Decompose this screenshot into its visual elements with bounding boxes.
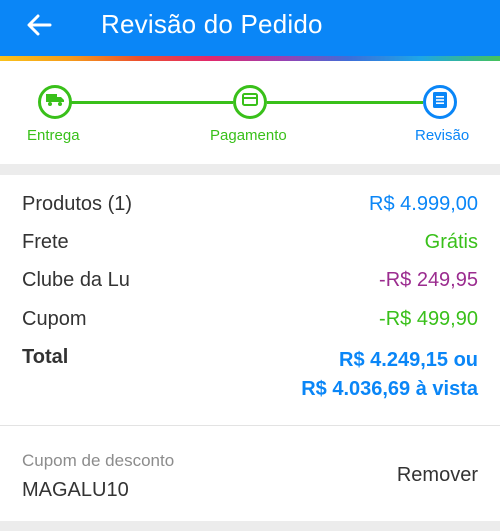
step-label-payment: Pagamento bbox=[210, 127, 287, 144]
products-label: Produtos (1) bbox=[22, 193, 133, 215]
step-connector-2 bbox=[267, 101, 423, 104]
checkout-stepper: Entrega Pagamento Revisão bbox=[0, 61, 500, 164]
total-label: Total bbox=[22, 346, 69, 368]
step-payment[interactable] bbox=[233, 85, 267, 119]
back-button[interactable] bbox=[22, 10, 56, 44]
step-connector-1 bbox=[71, 101, 233, 104]
section-divider bbox=[0, 164, 500, 175]
arrow-left-icon bbox=[26, 14, 52, 41]
truck-icon bbox=[46, 93, 64, 112]
club-label: Clube da Lu bbox=[22, 269, 130, 291]
coupon-code: MAGALU10 bbox=[22, 479, 129, 501]
document-list-icon bbox=[433, 91, 447, 113]
coupon-field-label: Cupom de desconto bbox=[22, 451, 175, 470]
remove-coupon-button[interactable]: Remover bbox=[397, 464, 478, 487]
shipping-label: Frete bbox=[22, 231, 69, 253]
shipping-value: Grátis bbox=[424, 231, 478, 253]
total-value: R$ 4.249,15 ou R$ 4.036,69 à vista bbox=[301, 346, 478, 404]
credit-card-icon bbox=[242, 93, 258, 111]
coupon-section: Cupom de desconto MAGALU10 Remover bbox=[0, 425, 500, 521]
total-cash-price: R$ 4.036,69 à vista bbox=[301, 378, 478, 400]
club-value: -R$ 249,95 bbox=[379, 269, 478, 291]
step-label-review: Revisão bbox=[415, 127, 470, 144]
step-label-delivery: Entrega bbox=[27, 127, 80, 144]
products-value: R$ 4.999,00 bbox=[369, 193, 478, 215]
order-summary: Produtos (1) R$ 4.999,00 Frete Grátis Cl… bbox=[0, 175, 500, 423]
bottom-divider bbox=[0, 521, 500, 531]
coupon-label: Cupom bbox=[22, 308, 87, 330]
coupon-value: -R$ 499,90 bbox=[379, 308, 478, 330]
app-bar: Revisão do Pedido bbox=[0, 0, 500, 56]
step-delivery[interactable] bbox=[38, 85, 72, 119]
page-title: Revisão do Pedido bbox=[101, 9, 323, 39]
step-review[interactable] bbox=[423, 85, 457, 119]
total-installment-price: R$ 4.249,15 ou bbox=[339, 349, 478, 371]
